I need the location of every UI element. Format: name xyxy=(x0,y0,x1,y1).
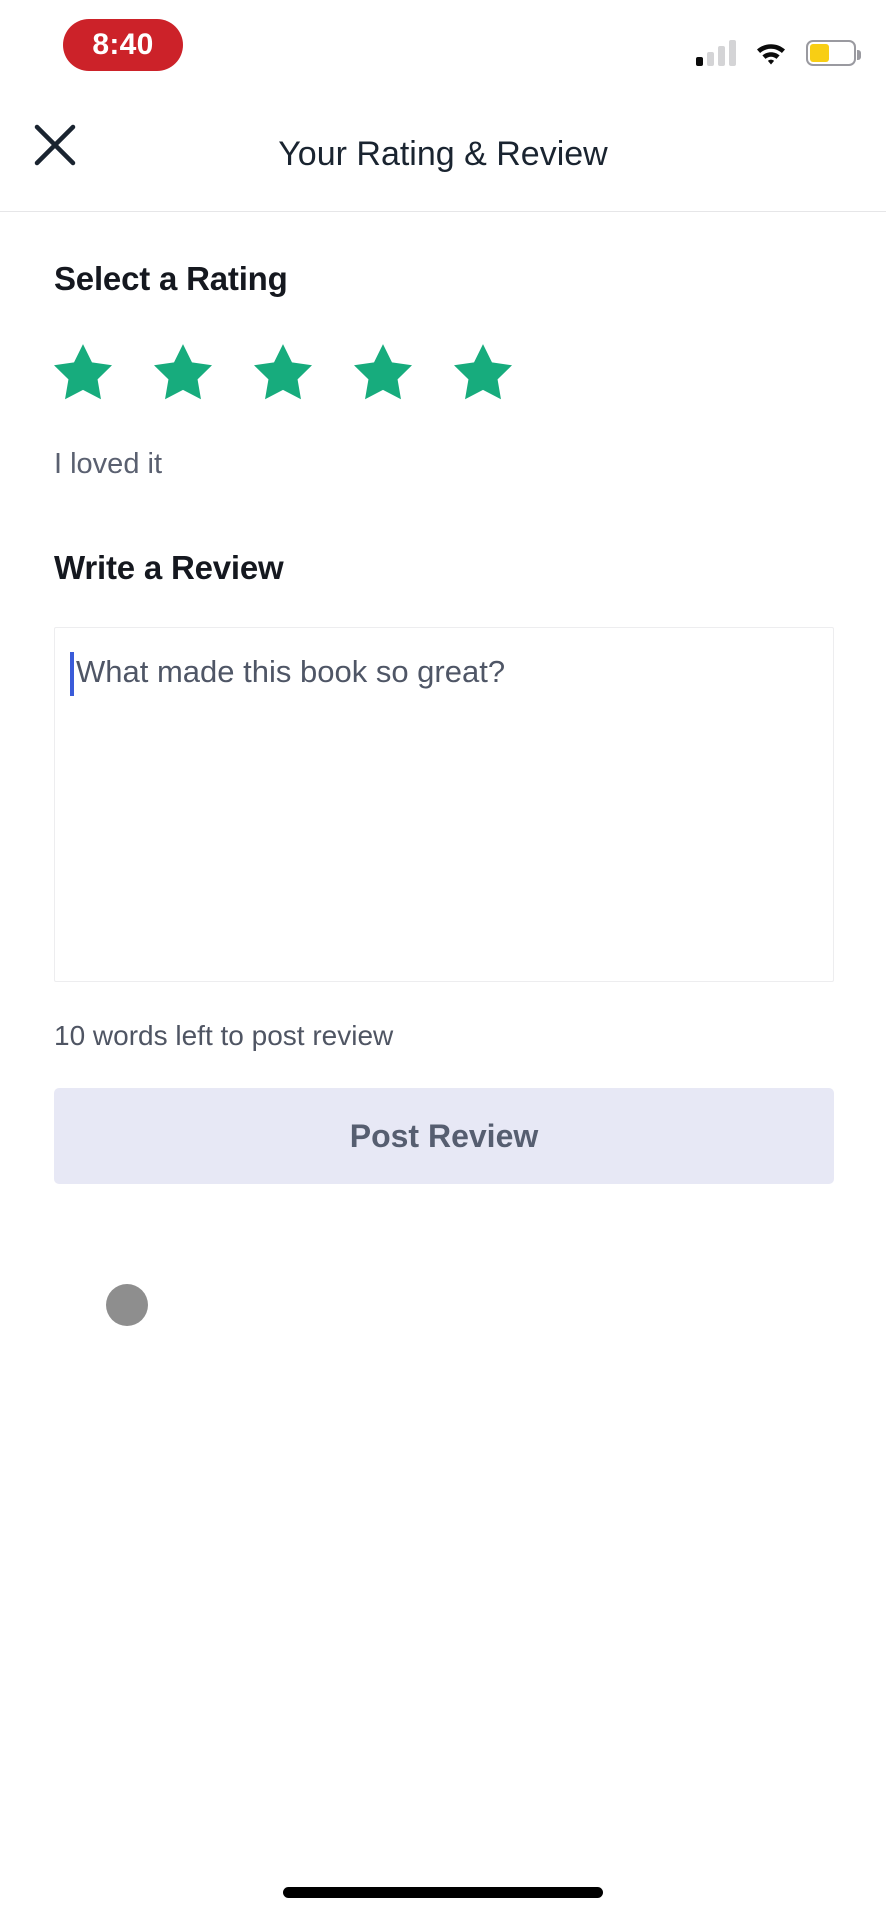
select-rating-heading: Select a Rating xyxy=(54,260,288,297)
close-button[interactable] xyxy=(26,116,84,174)
review-placeholder: What made this book so great? xyxy=(76,654,506,689)
status-time: 8:40 xyxy=(92,28,154,61)
post-review-button[interactable]: Post Review xyxy=(54,1088,834,1184)
status-time-pill: 8:40 xyxy=(63,19,183,71)
status-indicators xyxy=(696,30,861,66)
star-icon-1[interactable] xyxy=(54,344,112,400)
home-indicator xyxy=(283,1887,603,1898)
battery-icon xyxy=(806,40,861,66)
star-icon-5[interactable] xyxy=(454,344,512,400)
close-icon xyxy=(34,124,76,166)
page-title: Your Rating & Review xyxy=(278,134,608,173)
app-screen: 8:40 Your Rating & Review Select a Ratin… xyxy=(0,0,886,1920)
word-count-helper-text: 10 words left to post review xyxy=(54,1020,394,1051)
star-rating-group[interactable] xyxy=(54,344,886,400)
write-review-heading: Write a Review xyxy=(54,549,284,586)
star-icon-2[interactable] xyxy=(154,344,212,400)
review-textarea[interactable]: What made this book so great? xyxy=(54,627,834,982)
star-icon-3[interactable] xyxy=(254,344,312,400)
text-cursor xyxy=(70,652,74,696)
star-icon-4[interactable] xyxy=(354,344,412,400)
status-bar: 8:40 xyxy=(0,0,886,96)
cellular-signal-icon xyxy=(696,40,736,66)
main-content: Select a Rating I loved it Write a Revie… xyxy=(0,212,886,1326)
loading-dot xyxy=(106,1284,148,1326)
rating-description-label: I loved it xyxy=(54,448,162,480)
navigation-bar: Your Rating & Review xyxy=(0,96,886,212)
wifi-icon xyxy=(757,44,785,65)
battery-cap-icon xyxy=(857,50,861,60)
